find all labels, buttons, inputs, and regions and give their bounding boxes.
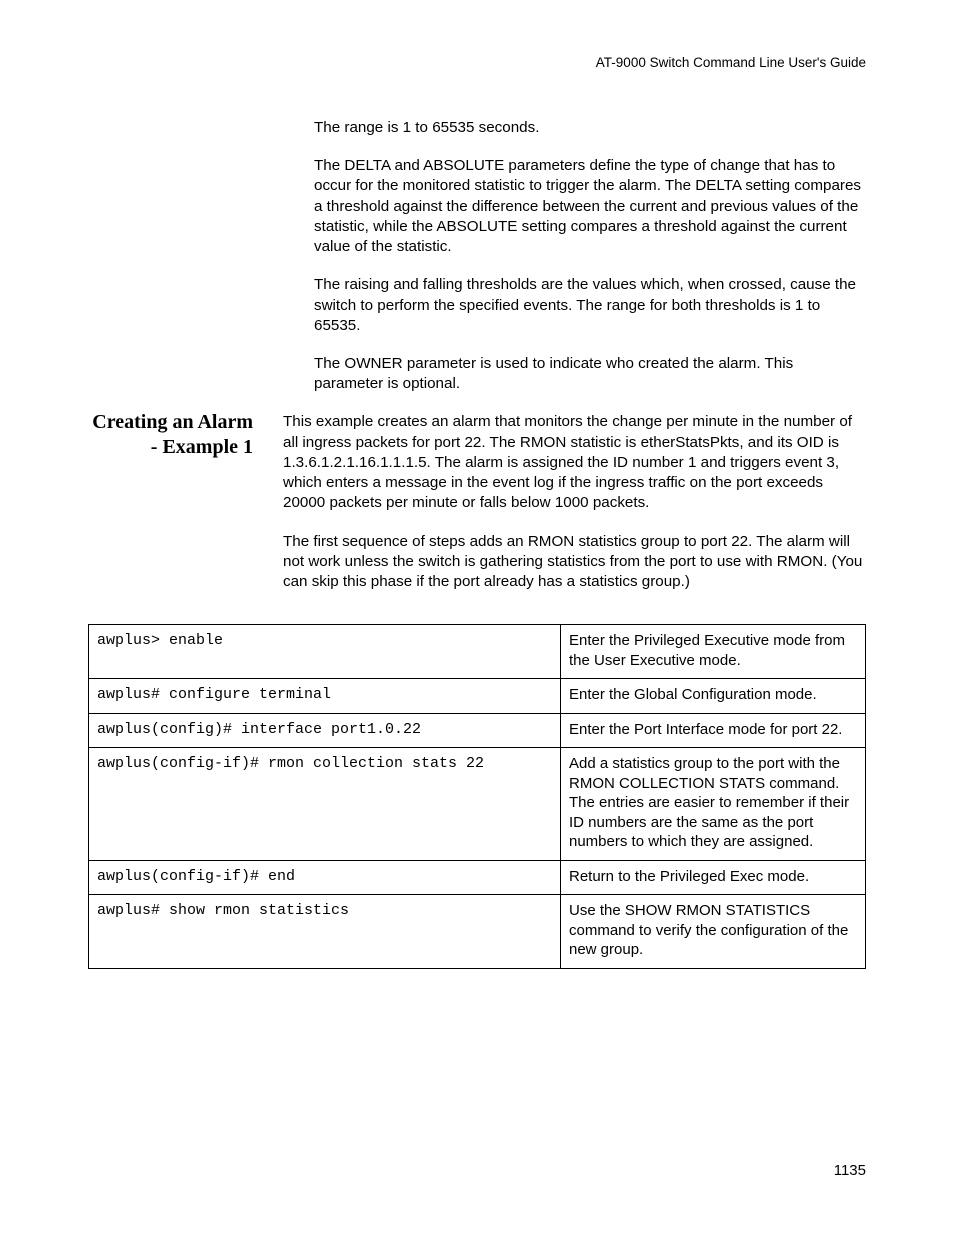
command-cell: awplus(config-if)# rmon collection stats… — [89, 748, 561, 861]
running-header: AT-9000 Switch Command Line User's Guide — [88, 55, 866, 70]
description-cell: Add a statistics group to the port with … — [561, 748, 866, 861]
table-row: awplus(config)# interface port1.0.22 Ent… — [89, 713, 866, 748]
table-row: awplus# show rmon statistics Use the SHO… — [89, 895, 866, 969]
command-table: awplus> enable Enter the Privileged Exec… — [88, 624, 866, 969]
table-row: awplus(config-if)# end Return to the Pri… — [89, 860, 866, 895]
section-heading: Creating an Alarm - Example 1 — [88, 410, 283, 460]
description-cell: Use the SHOW RMON STATISTICS command to … — [561, 895, 866, 969]
intro-paragraph-2: The DELTA and ABSOLUTE parameters define… — [314, 156, 866, 257]
section-paragraph-1: This example creates an alarm that monit… — [283, 412, 866, 513]
table-row: awplus# configure terminal Enter the Glo… — [89, 679, 866, 714]
description-cell: Enter the Global Configuration mode. — [561, 679, 866, 714]
section-body: This example creates an alarm that monit… — [283, 412, 866, 610]
command-cell: awplus> enable — [89, 625, 561, 679]
command-cell: awplus# show rmon statistics — [89, 895, 561, 969]
table-row: awplus> enable Enter the Privileged Exec… — [89, 625, 866, 679]
intro-paragraph-4: The OWNER parameter is used to indicate … — [314, 354, 866, 394]
section-creating-alarm: Creating an Alarm - Example 1 This examp… — [88, 412, 866, 610]
intro-paragraph-3: The raising and falling thresholds are t… — [314, 275, 866, 336]
intro-paragraph-1: The range is 1 to 65535 seconds. — [314, 118, 866, 138]
table-row: awplus(config-if)# rmon collection stats… — [89, 748, 866, 861]
description-cell: Enter the Privileged Executive mode from… — [561, 625, 866, 679]
command-cell: awplus# configure terminal — [89, 679, 561, 714]
page-number: 1135 — [834, 1162, 866, 1179]
description-cell: Enter the Port Interface mode for port 2… — [561, 713, 866, 748]
section-paragraph-2: The first sequence of steps adds an RMON… — [283, 532, 866, 593]
description-cell: Return to the Privileged Exec mode. — [561, 860, 866, 895]
command-cell: awplus(config-if)# end — [89, 860, 561, 895]
intro-block: The range is 1 to 65535 seconds. The DEL… — [314, 118, 866, 394]
page-container: AT-9000 Switch Command Line User's Guide… — [0, 0, 954, 1235]
command-cell: awplus(config)# interface port1.0.22 — [89, 713, 561, 748]
